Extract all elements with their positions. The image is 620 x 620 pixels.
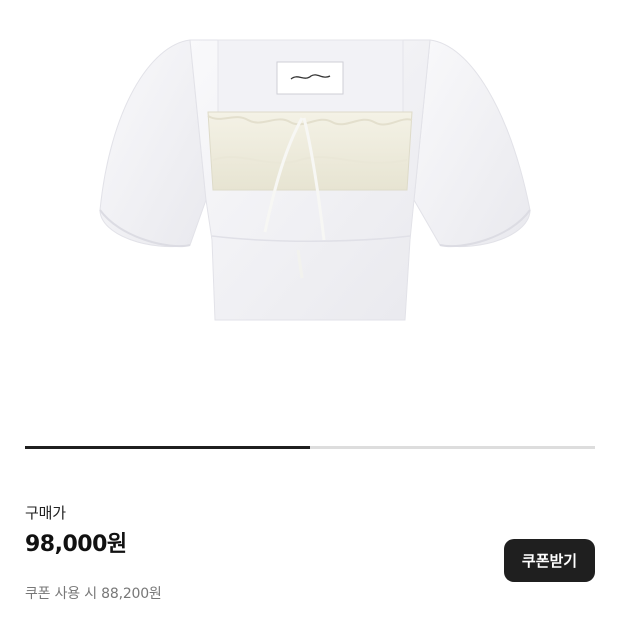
get-coupon-button[interactable]: 쿠폰받기 <box>504 539 595 582</box>
product-photo[interactable] <box>0 0 620 440</box>
product-image-gallery[interactable] <box>0 0 620 470</box>
coupon-price-text: 쿠폰 사용 시 88,200원 <box>25 586 162 602</box>
gallery-progress-track <box>25 446 595 449</box>
price-value: 98,000원 <box>25 532 127 557</box>
price-label: 구매가 <box>25 504 66 522</box>
gallery-progress-fill <box>25 446 310 449</box>
price-panel: 구매가 98,000원 쿠폰 사용 시 88,200원 쿠폰받기 <box>0 482 620 620</box>
